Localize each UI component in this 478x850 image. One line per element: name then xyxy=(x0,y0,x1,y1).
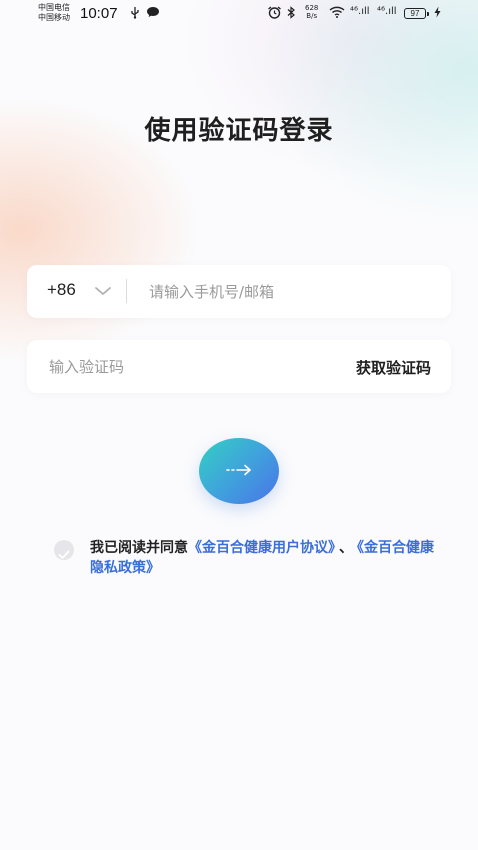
check-icon xyxy=(58,545,70,564)
battery-icon: 97 xyxy=(404,8,429,19)
agreement-text: 我已阅读并同意《金百合健康用户协议》、《金百合健康隐私政策》 xyxy=(90,538,440,578)
carrier-2: 中国移动 xyxy=(38,13,70,22)
page-title: 使用验证码登录 xyxy=(144,116,334,146)
message-icon xyxy=(146,6,160,21)
bluetooth-icon xyxy=(287,6,296,22)
signal-icon-2: ⁴⁶.ıll xyxy=(377,6,397,17)
net-speed-value: 628 xyxy=(305,4,319,12)
submit-button[interactable] xyxy=(199,438,279,504)
chevron-down-icon[interactable] xyxy=(93,281,113,301)
charging-icon xyxy=(434,6,441,21)
phone-email-input[interactable] xyxy=(147,275,441,309)
agreement-separator: 、 xyxy=(339,540,353,556)
carrier-1: 中国电信 xyxy=(38,3,70,12)
agreement-prefix: 我已阅读并同意 xyxy=(90,540,188,556)
clock: 10:07 xyxy=(80,5,118,22)
agreement-checkbox[interactable] xyxy=(54,540,74,560)
net-speed-unit: B/s xyxy=(306,12,318,20)
network-speed: 628 B/s xyxy=(305,4,318,20)
status-bar: 中国电信 中国移动 10:07 628 B/s ⁴⁶.ıll ⁴⁶.ıll 97 xyxy=(0,0,478,30)
wifi-icon xyxy=(329,6,345,21)
signal-icon-1: ⁴⁶.ıll xyxy=(350,6,370,17)
verification-code-input[interactable] xyxy=(47,350,311,384)
usb-icon xyxy=(129,6,141,22)
country-code-selector[interactable]: +86 xyxy=(47,280,76,300)
alarm-icon xyxy=(267,6,282,22)
carrier-labels: 中国电信 中国移动 xyxy=(38,3,70,23)
phone-input-card: +86 xyxy=(27,265,451,318)
code-input-card: 获取验证码 xyxy=(27,340,451,393)
arrow-right-icon xyxy=(225,462,253,481)
user-agreement-link[interactable]: 《金百合健康用户协议》 xyxy=(188,540,335,556)
input-divider xyxy=(126,279,127,303)
get-code-button[interactable]: 获取验证码 xyxy=(356,357,431,378)
